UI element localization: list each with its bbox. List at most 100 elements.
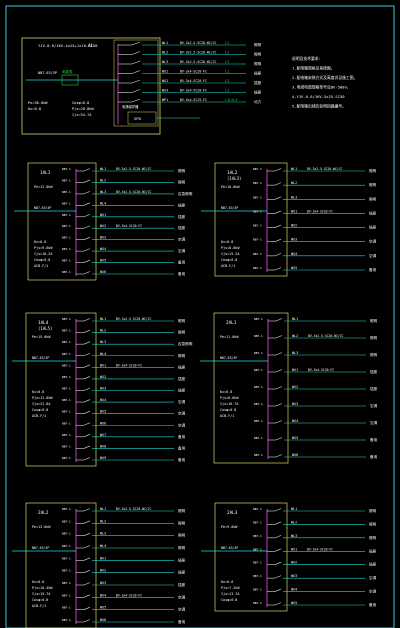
sub-panel-info-text: ACB-F/1 (220, 414, 234, 418)
sub-circuit-number: WX2 (291, 561, 297, 565)
main-circuit-phase: L3 (225, 60, 229, 64)
main-circuit-number: WX3 (162, 88, 168, 92)
sub-circuit-number: WX1 (291, 209, 297, 213)
sub-circuit-number: WX1 (292, 368, 298, 372)
sub-circuit-load: 照明 (369, 196, 377, 201)
main-circuit-spec: BV-3x4-SC20-FC (180, 88, 207, 92)
sub-circuit-number: WX4 (100, 398, 106, 402)
sub-panel-info-text: Kx=0.8 (221, 240, 233, 244)
sub-circuit-number: WX3 (100, 581, 106, 585)
sub-circuit-number: WX1 (100, 556, 106, 560)
sub-circuit-breaker-label: NB7-1 (62, 544, 71, 548)
sub-circuit-number: WX1 (291, 547, 297, 551)
sub-circuit-number: WX6 (100, 270, 106, 274)
main-breaker-label: NB7-63/3P (38, 71, 57, 75)
sub-circuit-number: WX6 (100, 421, 106, 425)
sub-circuit-spec: BV-3x4-SC20-FC (116, 363, 142, 367)
sub-circuit-breaker-label: NB7-1 (253, 547, 262, 551)
sub-circuit-number: WX2 (100, 224, 106, 228)
main-panel-info-text: Ijs=54.7A (72, 113, 92, 117)
sub-circuit-load: 备用 (178, 445, 186, 450)
main-circuit-load: 插座 (254, 80, 262, 85)
sub-panel-incomer-breaker: NB7-63/3P (32, 356, 49, 360)
sub-panel-info-text: Kx=0.8 (221, 580, 233, 584)
sub-circuit-breaker-label: NB7-1 (62, 444, 71, 448)
sub-circuit-load: 插座 (178, 376, 186, 381)
sub-circuit-number: WX5 (292, 436, 298, 440)
sub-circuit-breaker-label: NB7-1 (62, 375, 71, 379)
sub-circuit-number: WX1 (100, 363, 106, 367)
sub-circuit-breaker-label: NB7-1 (62, 387, 71, 391)
sub-panel-name: 2AL2 (38, 510, 49, 516)
note-line: 4.YJV-0.6/1KV-5x25-SC50 (292, 94, 345, 99)
sub-circuit-number: WL1 (100, 167, 106, 171)
sub-circuit-breaker-label: NB7-1 (62, 340, 71, 344)
sub-panel-info-text: Cosφ=0.8 (34, 258, 50, 262)
sub-circuit-load: 空调 (369, 253, 377, 258)
sub-panel-name: 2AL1 (226, 320, 237, 326)
sub-circuit-load: 照明 (369, 521, 377, 526)
sub-panel-info-text: ACB-F/1 (32, 414, 46, 418)
sub-circuit-breaker-label: NB7-1 (62, 606, 71, 610)
sub-circuit-load: 备用 (370, 437, 378, 442)
sub-panel-info-text: Cosφ=0.8 (32, 408, 48, 412)
sub-circuit-breaker-label: NB7-1 (62, 569, 71, 573)
sub-panel-incomer-breaker: NB7-63/3P (220, 356, 237, 360)
sub-panel-info-text: Pjs=9.6kW (34, 246, 53, 250)
sub-panel-info-text: Kx=0.8 (32, 390, 44, 394)
sub-circuit-load: 照明 (370, 335, 378, 340)
sub-panel-info-text: Cosφ=0.8 (220, 408, 236, 412)
sub-circuit-load: 空调 (370, 403, 378, 408)
main-circuit-spec: BV-3x2.5-SC20-WC/CC (180, 41, 217, 45)
sub-circuit-number: WL3 (291, 534, 297, 538)
sub-circuit-number: WL2 (291, 520, 297, 524)
sub-circuit-breaker-label: NB7-1 (62, 352, 71, 356)
sub-panel-info-text: Kx=0.8 (220, 390, 232, 394)
sub-circuit-load: 插座 (178, 225, 186, 230)
sub-circuit-breaker-label: NB7-1 (253, 238, 262, 242)
sub-circuit-breaker-label: NB7-1 (62, 213, 71, 217)
sub-circuit-number: WX6 (100, 618, 106, 622)
sub-panel-power: Pe=11.0kW (220, 335, 239, 339)
sub-circuit-breaker-label: NB7-1 (62, 178, 71, 182)
sub-circuit-load: 备用 (178, 619, 186, 624)
main-circuit-phase: L1 (225, 41, 229, 45)
sub-circuit-load: 空调 (370, 420, 378, 425)
sub-circuit-load: 照明 (178, 179, 186, 184)
sub-circuit-spec: BV-3x2.5-SC20-WC/CC (116, 507, 152, 511)
sub-panel-info-text: Ijs=13.7A (221, 592, 239, 596)
sub-circuit-load: 照明 (178, 168, 186, 173)
sub-circuit-breaker-label: NB7-1 (62, 433, 71, 437)
sub-panel-info-text: Pjs=12.0kW (32, 396, 53, 400)
sub-circuit-number: WL3 (100, 532, 106, 536)
sub-circuit-load: 照明 (178, 508, 186, 513)
sub-circuit-load: 插座 (369, 548, 377, 553)
main-circuit-load: 照明 (254, 52, 262, 57)
sub-circuit-number: WX4 (100, 593, 106, 597)
sub-circuit-breaker-label: NB7-1 (62, 259, 71, 263)
sub-circuit-number: WL3 (292, 351, 298, 355)
sub-circuit-number: WX2 (100, 569, 106, 573)
sub-circuit-number: WX4 (291, 252, 297, 256)
sub-circuit-breaker-label: NB7-1 (253, 601, 262, 605)
main-circuit-phase: L1L2L3 (225, 98, 237, 102)
sub-panel-alt-name: (1AL3) (227, 176, 241, 181)
sub-panel-info-text: Kx=0.8 (32, 580, 44, 584)
sub-circuit-number: WX3 (100, 236, 106, 240)
surge-protector-label: 电涌保护器 (122, 104, 139, 109)
sub-circuit-number: WL4 (100, 201, 106, 205)
main-circuit-spec: BV-3x2.5-SC20-WC/CC (180, 50, 217, 54)
main-circuit-phase: L3 (225, 88, 229, 92)
sub-circuit-number: WX5 (100, 259, 106, 263)
main-circuit-load: 插座 (254, 90, 262, 95)
sub-circuit-load: 插座 (369, 225, 377, 230)
sub-circuit-load: 照明 (369, 508, 377, 513)
sub-circuit-load: 备用 (178, 260, 186, 265)
sub-circuit-load: 应急照明 (178, 341, 193, 346)
sub-circuit-number: WX4 (291, 588, 297, 592)
sub-circuit-number: WL2 (100, 178, 106, 182)
sub-circuit-number: WL3 (100, 340, 106, 344)
sub-circuit-load: 照明 (369, 168, 377, 173)
sub-circuit-breaker-label: NB7-1 (62, 190, 71, 194)
sub-circuit-number: WL1 (100, 507, 106, 511)
